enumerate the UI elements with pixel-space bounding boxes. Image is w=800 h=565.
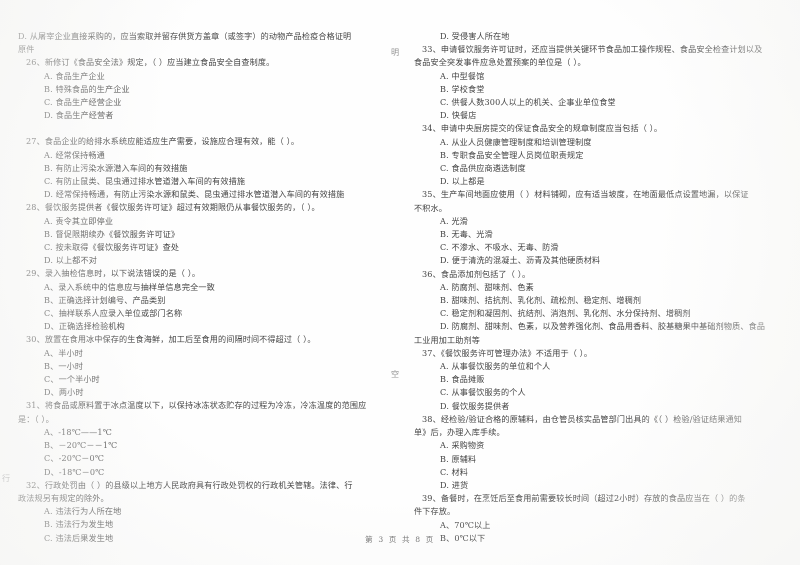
question-option: A、录入系统中的信息应与抽样单信息完全一致 [44,281,215,292]
question-option: B、正确选择计划编号、产品类别 [44,294,166,305]
question-stem: 33、申请餐饮服务许可证时，还应当提供关键环节食品加工操作规程、食品安全检查计划… [422,44,763,55]
question-option-continued: 工业用加工助剂等 [414,334,480,345]
question-option: A. 采购物资 [440,440,485,451]
carryover-line: 原件 [18,44,35,55]
question-option: B、－20℃－－1℃ [44,440,118,451]
question-stem: 36、食品添加剂包括了（ ）。 [422,268,531,279]
question-option: C. 有防止鼠类、昆虫通过排水管道潜入车间的有效措施 [44,176,246,187]
question-option: C. 按未取得《餐饮服务许可证》查处 [44,242,180,253]
question-option: D. 食品生产经营者 [44,110,114,121]
edge-fragment: 空 [391,369,400,379]
left-column: D. 从屠宰企业直接采购的，应当索取并留存供货方盖章（或签字）的动物产品检疫合格… [0,30,400,543]
question-option: C. 不渗水、不吸水、无毒、防滑 [440,242,559,253]
question-option: B. 食品摊贩 [440,374,485,385]
question-option: A. 责令其立即停业 [44,215,114,226]
question-stem: 35、生产车间地面应使用（ ）材料铺砌，应有适当坡度，在地面最低点设置地漏，以保… [422,189,749,200]
question-stem: 34、申请中央厨房提交的保证食品安全的规章制度应当包括（ ）。 [422,123,663,134]
question-option: D. 经常保持畅通，有防止污染水源和鼠类、昆虫通过排水管道潜入车间的有效措施 [44,189,345,200]
question-stem-continued: 件下存放。 [414,506,456,517]
question-stem-continued: 是：（ ）。 [18,413,54,424]
question-option: D. 便于清洗的混凝土、沥青及其他硬质材料 [440,255,601,266]
question-option: D. 快餐店 [440,110,477,121]
question-option: C、-20℃－0℃ [44,453,105,464]
question-option: C. 材料 [440,466,468,477]
question-option: A. 食品生产企业 [44,70,105,81]
question-option: D. 以上都不对 [44,255,98,266]
question-option: C. 食品供应商遴选制度 [440,163,526,174]
carryover-line: D. 受侵害人所在地 [440,31,510,41]
question-option: A、-18℃——1℃ [44,426,112,437]
question-stem: 39、备餐时，在烹饪后至食用前需要较长时间（超过2小时）存放的食品应当在（ ）的… [422,493,746,504]
question-option: D、正确选择检验机构 [44,321,125,332]
question-option: D. 餐饮服务提供者 [440,400,510,411]
question-stem-continued: 不积水。 [414,202,447,213]
question-stem: 31、将食品或原料置于冰点温度以下，以保持冰冻状态贮存的过程为冷冻，冷冻温度的范… [26,400,367,411]
two-column-body: D. 从屠宰企业直接采购的，应当索取并留存供货方盖章（或签字）的动物产品检疫合格… [0,30,800,543]
question-stem: 29、录入抽检信息时，以下说法错误的是（ ）。 [26,268,201,279]
question-option: B. 无毒、光滑 [440,229,493,240]
question-option: C. 食品生产经营企业 [44,97,122,108]
question-option: A. 违法行为人所在地 [44,506,122,517]
page-number: 第 3 页 共 8 页 [365,535,435,544]
question-option: D、两小时 [44,387,84,398]
question-option: B. 专职食品安全管理人员岗位职责规定 [440,149,584,160]
question-stem: 37、《餐饮服务许可管理办法》不适用于（ ）。 [422,347,593,358]
question-option: C. 稳定剂和凝固剂、抗结剂、消泡剂、乳化剂、水分保持剂、增稠剂 [440,308,691,319]
question-option: B. 甜味剂、拮抗剂、乳化剂、疏松剂、稳定剂、增稠剂 [440,295,642,306]
question-option: B. 特殊食品的生产企业 [44,83,130,94]
question-option: B. 有防止污染水源潜入车间的有效措施 [44,162,188,173]
question-stem-continued: 单》后，办理入库手续。 [414,427,505,438]
question-stem: 32、行政处罚由（ ）的县级以上地方人民政府具有行政处罚权的行政机关管辖。法律、… [26,479,353,490]
question-stem: 30、放置在食用冰中保存的生食海鲜，加工后至食用的间隔时间不得超过（ ）。 [26,334,316,345]
edge-fragment: 行 [2,473,11,483]
question-option: C. 从事餐饮服务的个人 [440,387,526,398]
question-option: A. 防腐剂、甜味剂、色素 [440,281,534,292]
page-footer: 第 3 页 共 8 页 [0,527,800,546]
question-spacer [18,122,394,135]
question-stem-continued: 食品安全突发事件应急处置预案的单位是（ ）。 [414,57,586,68]
question-option: B、一小时 [44,360,84,371]
question-option: C. 供餐人数300人以上的机关、企事业单位食堂 [440,97,616,108]
question-option: A. 从事餐饮服务的单位和个人 [440,361,551,372]
question-stem: 27、食品企业的给排水系统应能适应生产需要，设施应合理有效，能（ ）。 [26,136,300,147]
question-option: A、半小时 [44,347,83,358]
question-option: A. 中型餐馆 [440,70,485,81]
question-option: B. 督促限期续办《餐饮服务许可证》 [44,228,180,239]
question-option: C、抽样联系人应录入单位或部门名称 [44,308,183,319]
question-option: D. 防腐剂、甜味剂、色素，以及营养强化剂、食品用香料、胶基糖果中基础剂物质、食… [440,321,766,332]
question-stem: 38、经检验/验证合格的原辅料，由仓管员核实品管部门出具的《（ ）检验/验证结果… [422,413,743,424]
question-option: C、一个半小时 [44,374,100,385]
edge-fragment: 明 [391,47,400,57]
question-option: D. 进货 [440,479,469,490]
question-option: A. 光滑 [440,215,468,226]
carryover-line: D. 从屠宰企业直接采购的，应当索取并留存供货方盖章（或签字）的动物产品检疫合格… [18,31,352,41]
question-stem-continued: 政法规另有规定的除外。 [18,492,109,503]
question-option: D、-18℃－0℃ [44,466,105,477]
question-option: B. 学校食堂 [440,83,485,94]
right-column: D. 受侵害人所在地 33、申请餐饮服务许可证时，还应当提供关键环节食品加工操作… [400,30,800,543]
question-option: D. 以上都是 [440,176,485,187]
scanned-page: D. 从屠宰企业直接采购的，应当索取并留存供货方盖章（或签字）的动物产品检疫合格… [0,0,800,565]
question-stem: 26、新修订《食品安全法》规定，（ ）应当建立食品安全自查制度。 [26,57,275,68]
question-option: A. 从业人员健康管理制度和培训管理制度 [440,136,592,147]
question-option: B. 原辅料 [440,453,477,464]
question-stem: 28、餐饮服务提供者《餐饮服务许可证》超过有效期限仍从事餐饮服务的，（ ）。 [26,202,320,213]
question-option: A. 经常保持畅通 [44,149,105,160]
